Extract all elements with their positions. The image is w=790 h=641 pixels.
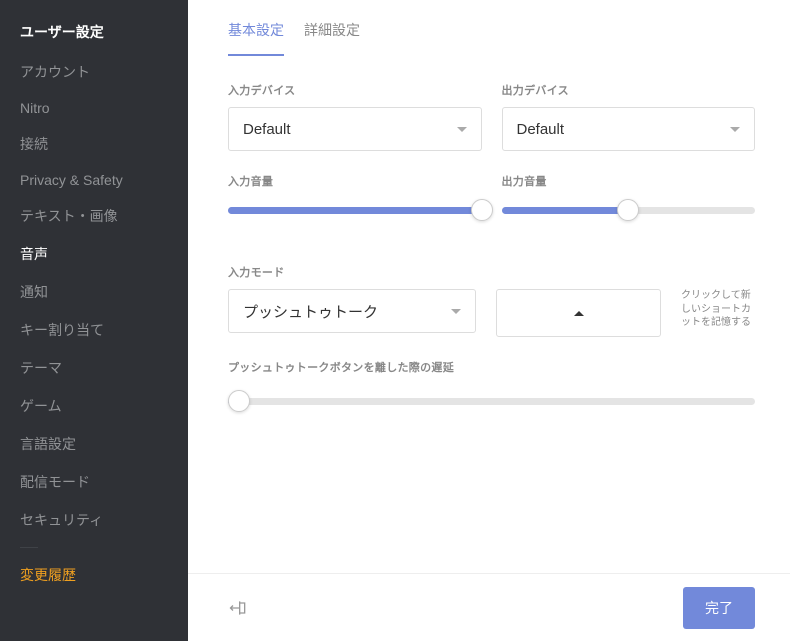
chevron-down-icon [451, 309, 461, 314]
output-device-value: Default [517, 121, 565, 138]
ptt-shortcut-input[interactable] [496, 289, 661, 337]
ptt-delay-label: プッシュトゥトークボタンを離した際の遅延 [228, 359, 755, 375]
output-device-label: 出力デバイス [502, 82, 756, 98]
sidebar-item-0[interactable]: アカウント [0, 53, 188, 91]
footer: 完了 [188, 573, 790, 641]
input-volume-label: 入力音量 [228, 173, 482, 189]
sidebar-item-8[interactable]: テーマ [0, 349, 188, 387]
sidebar: ユーザー設定 アカウントNitro接続Privacy & Safetyテキスト・… [0, 0, 188, 641]
input-device-select[interactable]: Default [228, 107, 482, 151]
sidebar-item-5[interactable]: 音声 [0, 235, 188, 273]
input-mode-value: プッシュトゥトーク [243, 301, 378, 322]
sidebar-item-7[interactable]: キー割り当て [0, 311, 188, 349]
input-device-label: 入力デバイス [228, 82, 482, 98]
output-volume-slider[interactable] [502, 198, 756, 222]
sidebar-item-4[interactable]: テキスト・画像 [0, 197, 188, 235]
back-button[interactable] [228, 598, 248, 618]
tab-0[interactable]: 基本設定 [228, 20, 284, 56]
main: 基本設定詳細設定 入力デバイス Default 出力デバイス Default 入… [188, 0, 790, 641]
input-volume-slider[interactable] [228, 198, 482, 222]
sidebar-item-6[interactable]: 通知 [0, 273, 188, 311]
ptt-delay-slider[interactable] [228, 389, 755, 413]
input-mode-select[interactable]: プッシュトゥトーク [228, 289, 476, 333]
sidebar-item-3[interactable]: Privacy & Safety [0, 163, 188, 197]
output-volume-label: 出力音量 [502, 173, 756, 189]
sidebar-item-9[interactable]: ゲーム [0, 387, 188, 425]
tabs: 基本設定詳細設定 [228, 20, 755, 56]
sidebar-item-1[interactable]: Nitro [0, 91, 188, 125]
sidebar-item-2[interactable]: 接続 [0, 125, 188, 163]
input-device-value: Default [243, 121, 291, 138]
tab-1[interactable]: 詳細設定 [304, 20, 360, 56]
done-button[interactable]: 完了 [683, 587, 755, 629]
chevron-down-icon [730, 127, 740, 132]
sidebar-item-11[interactable]: 配信モード [0, 463, 188, 501]
sidebar-item-10[interactable]: 言語設定 [0, 425, 188, 463]
shortcut-hint: クリックして新しいショートカットを記憶する [681, 289, 755, 330]
output-device-select[interactable]: Default [502, 107, 756, 151]
chevron-down-icon [457, 127, 467, 132]
input-mode-label: 入力モード [228, 264, 755, 280]
sidebar-divider [20, 547, 38, 548]
chevron-up-icon [574, 311, 584, 316]
sidebar-header: ユーザー設定 [0, 0, 188, 53]
back-icon [228, 598, 248, 618]
content: 基本設定詳細設定 入力デバイス Default 出力デバイス Default 入… [188, 0, 790, 573]
sidebar-item-changelog[interactable]: 変更履歴 [0, 556, 188, 594]
sidebar-item-12[interactable]: セキュリティ [0, 501, 188, 539]
